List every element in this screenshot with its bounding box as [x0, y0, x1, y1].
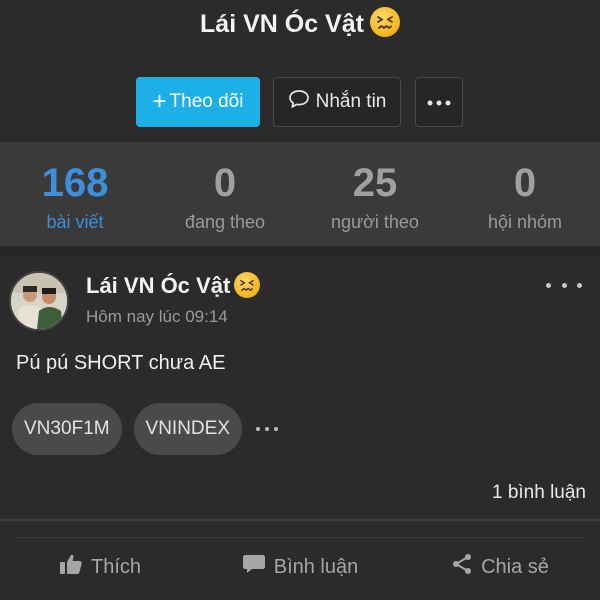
- stat-following[interactable]: 0 đang theo: [150, 142, 300, 246]
- stats-bar: 168 bài viết 0 đang theo 25 người theo 0…: [0, 142, 600, 246]
- stat-followers[interactable]: 25 người theo: [300, 142, 450, 246]
- follow-button-label: Theo dõi: [169, 91, 244, 112]
- post-menu-button[interactable]: [546, 277, 582, 293]
- comment-button[interactable]: Bình luận: [200, 547, 400, 587]
- message-button[interactable]: Nhắn tin: [273, 77, 401, 127]
- stat-posts-value: 168: [41, 161, 109, 205]
- share-button[interactable]: Chia sẻ: [400, 547, 600, 587]
- profile-name: Lái VN Óc Vật: [200, 10, 364, 38]
- tag-chip[interactable]: VNINDEX: [133, 403, 242, 455]
- confounded-emoji-icon: [234, 272, 261, 299]
- comment-label: Bình luận: [273, 555, 359, 578]
- share-icon: [451, 553, 481, 581]
- more-horizontal-icon: [427, 93, 451, 111]
- stat-following-label: đang theo: [184, 212, 266, 232]
- tag-chip[interactable]: VN30F1M: [12, 403, 122, 455]
- more-horizontal-icon: [256, 427, 260, 431]
- stat-followers-value: 25: [352, 161, 398, 205]
- stat-groups-value: 0: [513, 161, 537, 205]
- divider: [0, 519, 600, 521]
- profile-title: Lái VN Óc Vật: [0, 6, 600, 42]
- post-timestamp: Hôm nay lúc 09:14: [86, 307, 228, 326]
- post-author[interactable]: Lái VN Óc Vật: [86, 271, 261, 301]
- stat-following-value: 0: [213, 161, 237, 205]
- comment-count[interactable]: 1 bình luận: [492, 482, 586, 504]
- plus-icon: +: [152, 88, 167, 115]
- more-options-button[interactable]: [415, 77, 463, 127]
- share-label: Chia sẻ: [481, 555, 549, 578]
- more-horizontal-icon: [546, 282, 551, 288]
- confounded-emoji-icon: [369, 7, 400, 38]
- chat-bubble-icon: [288, 89, 316, 115]
- thumbs-up-icon: [59, 553, 91, 581]
- avatar[interactable]: [9, 271, 69, 331]
- post-actions: Thích Bình luận Chia sẻ: [0, 547, 600, 587]
- stat-groups[interactable]: 0 hội nhóm: [450, 142, 600, 246]
- tag-list: VN30F1M VNINDEX: [12, 403, 278, 455]
- stat-posts-label: bài viết: [46, 212, 104, 232]
- comment-icon: [242, 553, 274, 581]
- post-author-name: Lái VN Óc Vật: [86, 273, 231, 298]
- message-button-label: Nhắn tin: [315, 91, 387, 112]
- more-tags-button[interactable]: [256, 427, 278, 431]
- stat-groups-label: hội nhóm: [487, 212, 563, 232]
- stat-followers-label: người theo: [331, 212, 419, 232]
- like-label: Thích: [90, 555, 142, 578]
- post-card: Lái VN Óc Vật Hôm nay lúc 09:14 Pú pú SH…: [0, 257, 600, 600]
- like-button[interactable]: Thích: [0, 547, 200, 587]
- post-text: Pú pú SHORT chưa AE: [16, 352, 226, 374]
- follow-button[interactable]: + Theo dõi: [136, 77, 260, 127]
- profile-header: Lái VN Óc Vật + Theo dõi Nhắn tin: [0, 0, 600, 142]
- stat-posts[interactable]: 168 bài viết: [0, 142, 150, 246]
- divider: [14, 537, 586, 538]
